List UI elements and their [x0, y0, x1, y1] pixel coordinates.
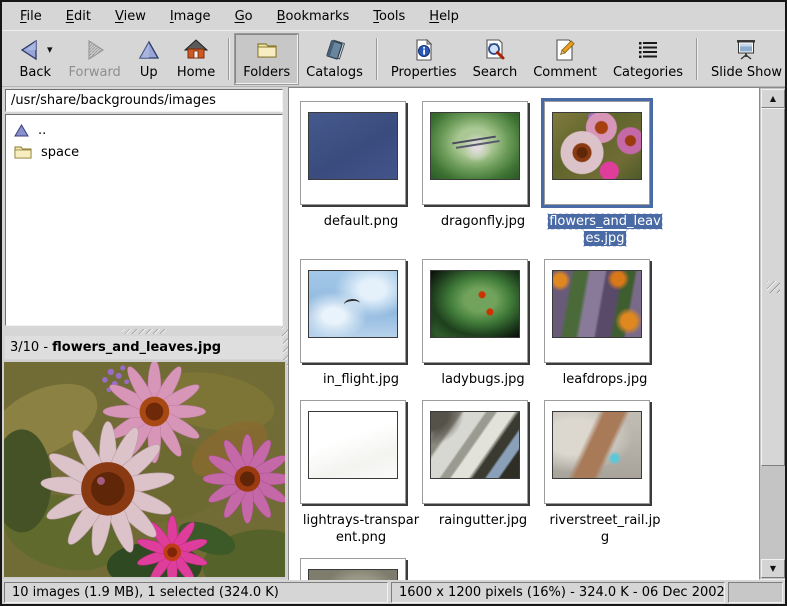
- home-icon: [184, 38, 208, 62]
- folder-icon: [14, 145, 32, 159]
- thumbnail-image: [430, 411, 520, 479]
- thumbnail-image: [430, 270, 520, 338]
- forward-button: Forward: [61, 34, 129, 84]
- thumbnail-pane: default.png dragonfly.jpg flowers_and_le…: [288, 87, 759, 580]
- thumbnail-in-flight[interactable]: in_flight.jpg: [300, 259, 422, 388]
- menu-view[interactable]: View: [103, 5, 158, 28]
- menu-tools[interactable]: Tools: [361, 5, 417, 28]
- menu-help[interactable]: Help: [417, 5, 471, 28]
- statusbar-resize-grip[interactable]: [728, 582, 783, 603]
- menu-edit[interactable]: Edit: [54, 5, 103, 28]
- back-icon: [18, 38, 42, 62]
- properties-button[interactable]: Properties: [383, 34, 465, 84]
- scroll-down-arrow-icon[interactable]: ▼: [761, 559, 785, 578]
- back-dropdown-arrow[interactable]: ▾: [47, 45, 53, 55]
- up-button[interactable]: Up: [129, 34, 169, 84]
- properties-icon: [412, 38, 436, 62]
- catalogs-button[interactable]: Catalogs: [298, 34, 371, 84]
- current-filename: flowers_and_leaves.jpg: [52, 340, 221, 355]
- search-button[interactable]: Search: [465, 34, 526, 84]
- preview-flowers-image: [4, 362, 285, 577]
- thumbnail-image: [308, 569, 398, 580]
- folders-button[interactable]: Folders: [235, 34, 298, 84]
- thumbnail-raingutter[interactable]: raingutter.jpg: [422, 400, 544, 546]
- thumbnail-image: [552, 112, 642, 180]
- up-folder-icon: [14, 124, 29, 137]
- menubar: File Edit View Image Go Bookmarks Tools …: [2, 2, 785, 30]
- browser-status-label: 3/10 - flowers_and_leaves.jpg: [5, 336, 283, 359]
- thumbnail-leafdrops[interactable]: leafdrops.jpg: [544, 259, 666, 388]
- forward-icon: [83, 38, 107, 62]
- categories-button[interactable]: Categories: [605, 34, 691, 84]
- location-input[interactable]: [5, 89, 283, 112]
- toolbar-separator: [228, 38, 230, 80]
- thumbnail-default[interactable]: default.png: [300, 101, 422, 247]
- comment-icon: [553, 38, 577, 62]
- folder-item-parent[interactable]: ..: [6, 119, 282, 141]
- menu-image[interactable]: Image: [158, 5, 223, 28]
- toolbar-separator: [696, 38, 698, 80]
- splitter-grip: [122, 329, 166, 334]
- thumbnail-flowers-and-leaves[interactable]: flowers_and_leaves.jpg: [544, 101, 666, 247]
- thumbnail-ladybugs[interactable]: ladybugs.jpg: [422, 259, 544, 388]
- up-icon: [137, 38, 161, 62]
- thumbnail-grid: default.png dragonfly.jpg flowers_and_le…: [289, 88, 759, 580]
- thumbnail-image: [308, 112, 398, 180]
- folder-item-space[interactable]: space: [6, 141, 282, 163]
- scrollbar-thumb[interactable]: [761, 108, 785, 466]
- slideshow-icon: [734, 38, 758, 62]
- thumbnail-lightrays[interactable]: lightrays-transparent.png: [300, 400, 422, 546]
- thumbnail-partial[interactable]: [300, 558, 422, 580]
- thumbnail-image: [552, 411, 642, 479]
- comment-button[interactable]: Comment: [525, 34, 605, 84]
- thumbnail-dragonfly[interactable]: dragonfly.jpg: [422, 101, 544, 247]
- thumbnail-riverstreet-rail[interactable]: riverstreet_rail.jpg: [544, 400, 666, 546]
- image-preview[interactable]: [2, 360, 287, 579]
- catalogs-icon: [323, 38, 347, 62]
- vertical-scrollbar[interactable]: ▲ ▼: [759, 87, 787, 580]
- categories-icon: [636, 38, 660, 62]
- toolbar-separator: [376, 38, 378, 80]
- slideshow-button[interactable]: Slide Show: [703, 34, 787, 84]
- toolbar: ▾ Back Forward Up Home: [2, 30, 785, 87]
- statusbar-image-info: 1600 x 1200 pixels (16%) - 324.0 K - 06 …: [391, 582, 725, 603]
- gthumb-window: File Edit View Image Go Bookmarks Tools …: [0, 0, 787, 606]
- folders-icon: [255, 38, 279, 62]
- thumbnail-image: [308, 411, 398, 479]
- thumbnail-image: [308, 270, 398, 338]
- menu-bookmarks[interactable]: Bookmarks: [265, 5, 362, 28]
- search-icon: [483, 38, 507, 62]
- thumbnail-image: [552, 270, 642, 338]
- back-button[interactable]: ▾ Back: [10, 34, 61, 84]
- home-button[interactable]: Home: [169, 34, 223, 84]
- scrollbar-grip: [767, 281, 780, 293]
- thumbnail-image: [430, 112, 520, 180]
- statusbar: 10 images (1.9 MB), 1 selected (324.0 K)…: [2, 580, 785, 605]
- menu-file[interactable]: File: [8, 5, 54, 28]
- scroll-up-arrow-icon[interactable]: ▲: [761, 89, 785, 108]
- menu-go[interactable]: Go: [223, 5, 265, 28]
- folder-list: .. space: [5, 114, 283, 326]
- statusbar-file-info: 10 images (1.9 MB), 1 selected (324.0 K): [4, 582, 388, 603]
